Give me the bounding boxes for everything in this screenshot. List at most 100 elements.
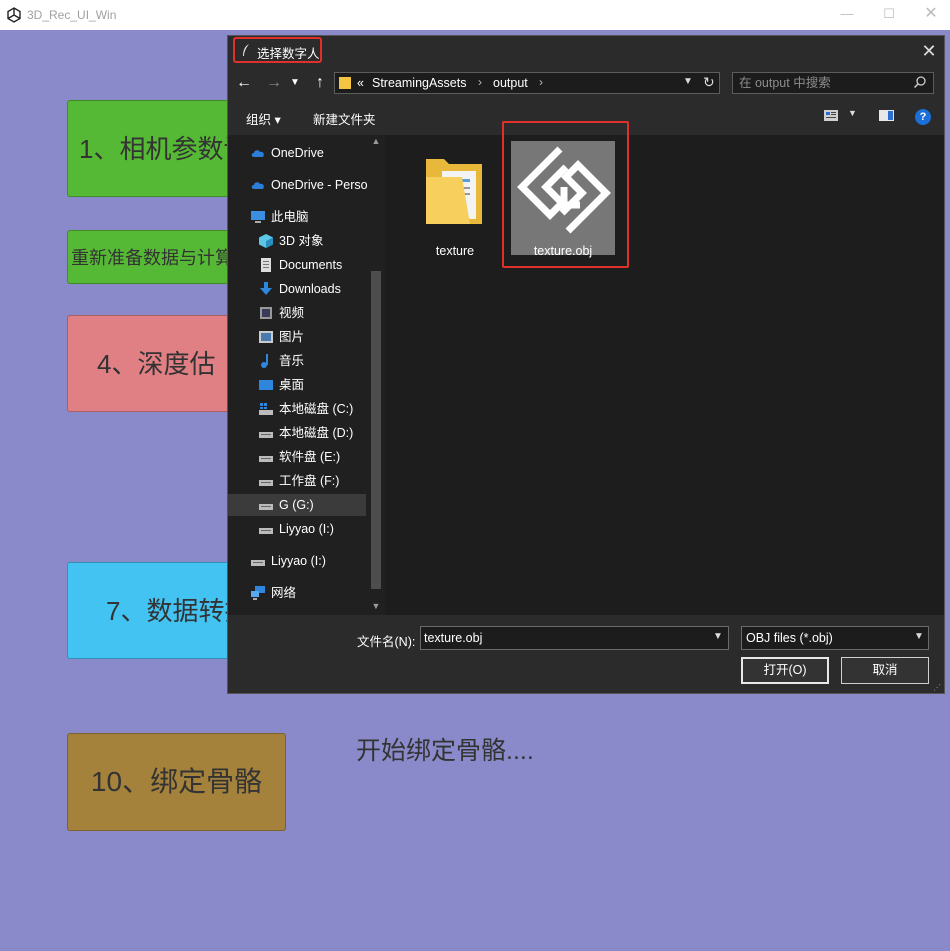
breadcrumb-streamingassets[interactable]: StreamingAssets <box>372 76 466 90</box>
filetype-select[interactable]: OBJ files (*.obj) ▼ <box>741 626 929 650</box>
preview-pane-icon[interactable] <box>879 110 894 121</box>
cube-icon <box>259 233 273 248</box>
document-icon <box>261 257 271 272</box>
filename-combobox[interactable]: ▼ <box>420 626 729 650</box>
nav-item-label: Documents <box>279 258 343 272</box>
nav-item-label: 音乐 <box>279 354 305 368</box>
nav-item-pictures[interactable]: 图片 <box>258 326 304 348</box>
dialog-title: 选择数字人 <box>257 47 320 61</box>
nav-item-drive-f[interactable]: 工作盘 (F:) <box>258 470 339 492</box>
network-icon <box>251 585 265 600</box>
resize-grip-icon[interactable]: ⋰ <box>933 683 943 693</box>
nav-item-documents[interactable]: Documents <box>258 254 342 276</box>
dialog-title-highlight: 选择数字人 <box>233 37 322 63</box>
nav-item-drive-c[interactable]: 本地磁盘 (C:) <box>258 398 353 420</box>
address-bar[interactable]: « StreamingAssets › output › ▼ ↻ <box>334 72 720 94</box>
nav-item-drive-i-root[interactable]: Liyyao (I:) <box>250 550 326 572</box>
scrollbar-thumb[interactable] <box>371 271 381 589</box>
drive-icon <box>259 431 273 438</box>
cancel-button[interactable]: 取消 <box>841 657 929 684</box>
search-input[interactable] <box>739 75 904 91</box>
nav-item-label: 桌面 <box>279 378 305 392</box>
nav-item-label: Liyyao (I:) <box>271 554 326 568</box>
nav-item-label: 软件盘 (E:) <box>279 450 341 464</box>
nav-item-videos[interactable]: 视频 <box>258 302 304 324</box>
music-note-icon <box>261 353 268 368</box>
video-icon <box>260 306 272 319</box>
nav-item-onedrive[interactable]: OneDrive <box>250 142 324 164</box>
back-arrow-icon[interactable]: ← <box>234 73 254 93</box>
dialog-bottom-bar: 文件名(N): ▼ OBJ files (*.obj) ▼ 打开(O) 取消 ⋰ <box>228 615 944 693</box>
refresh-icon[interactable]: ↻ <box>703 74 715 91</box>
nav-item-network[interactable]: 网络 <box>250 582 296 604</box>
scroll-down-icon[interactable]: ▼ <box>369 601 383 611</box>
nav-item-onedrive-personal[interactable]: OneDrive - Perso <box>250 174 368 196</box>
drive-icon <box>259 455 273 462</box>
app-title: 3D_Rec_UI_Win <box>27 8 117 22</box>
camera-params-button[interactable]: 1、相机参数调 <box>67 100 242 197</box>
depth-estimation-button[interactable]: 4、深度估 <box>67 315 242 412</box>
navigation-pane: OneDrive OneDrive - Perso 此电脑 3D 对象 Docu… <box>228 135 383 615</box>
file-item-texture-folder[interactable]: texture <box>405 141 505 258</box>
search-box[interactable] <box>732 72 934 94</box>
selected-file-highlight <box>502 121 629 268</box>
download-arrow-icon <box>260 281 272 295</box>
address-dropdown-icon[interactable]: ▼ <box>683 76 693 87</box>
breadcrumb-output[interactable]: output <box>493 76 528 90</box>
desktop-icon <box>259 379 273 390</box>
nav-item-label: Downloads <box>279 282 341 296</box>
dialog-navbar: ← → ▼ ↑ « StreamingAssets › output › ▼ ↻ <box>228 67 944 99</box>
drive-icon <box>251 559 265 566</box>
picture-icon <box>259 330 273 343</box>
search-icon[interactable] <box>913 75 927 89</box>
filename-dropdown-icon[interactable]: ▼ <box>713 631 723 642</box>
forward-arrow-icon[interactable]: → <box>264 73 284 93</box>
reprepare-data-button[interactable]: 重新准备数据与计算 <box>67 230 242 284</box>
nav-item-label: 本地磁盘 (D:) <box>279 426 354 440</box>
view-options-icon[interactable] <box>824 110 838 121</box>
drive-icon <box>259 503 273 510</box>
dialog-close-button[interactable]: ✕ <box>919 41 939 61</box>
chevron-down-icon[interactable]: ▼ <box>914 631 924 642</box>
nav-item-desktop[interactable]: 桌面 <box>258 374 304 396</box>
bind-skeleton-button[interactable]: 10、绑定骨骼 <box>67 733 286 831</box>
minimize-button[interactable]: — <box>838 5 856 23</box>
nav-item-drive-d[interactable]: 本地磁盘 (D:) <box>258 422 353 444</box>
nav-item-drive-g[interactable]: G (G:) <box>228 494 366 516</box>
file-list-area: texture texture.obj <box>385 121 944 615</box>
filename-label: 文件名(N): <box>357 635 416 649</box>
breadcrumb-overflow[interactable]: « <box>357 76 364 90</box>
view-dropdown-icon[interactable]: ▼ <box>848 108 857 118</box>
file-label: texture <box>435 244 475 258</box>
file-open-dialog: 选择数字人 ✕ ← → ▼ ↑ « StreamingAssets › outp… <box>227 35 945 694</box>
scroll-up-icon[interactable]: ▲ <box>369 136 383 146</box>
nav-item-music[interactable]: 音乐 <box>258 350 304 372</box>
recent-locations-chevron-icon[interactable]: ▼ <box>288 73 302 93</box>
filename-input[interactable] <box>424 630 704 646</box>
cloud-icon <box>251 181 264 189</box>
nav-pane-scrollbar[interactable]: ▲ ▼ <box>369 135 383 615</box>
help-icon[interactable]: ? <box>915 109 931 125</box>
organize-menu[interactable]: 组织 ▾ <box>246 109 281 128</box>
nav-item-3d-objects[interactable]: 3D 对象 <box>258 230 323 252</box>
new-folder-button[interactable]: 新建文件夹 <box>313 109 376 128</box>
folder-icon <box>339 77 351 89</box>
open-button[interactable]: 打开(O) <box>741 657 829 684</box>
status-text: 开始绑定骨骼.... <box>356 737 534 765</box>
nav-item-label: Liyyao (I:) <box>279 522 334 536</box>
data-convert-button[interactable]: 7、数据转换 <box>67 562 242 659</box>
nav-item-drive-i[interactable]: Liyyao (I:) <box>258 518 334 540</box>
dialog-titlebar: 选择数字人 ✕ <box>228 36 944 67</box>
breadcrumb-separator-icon[interactable]: › <box>539 75 543 89</box>
nav-item-downloads[interactable]: Downloads <box>258 278 341 300</box>
nav-item-drive-e[interactable]: 软件盘 (E:) <box>258 446 340 468</box>
nav-item-this-pc[interactable]: 此电脑 <box>250 206 309 228</box>
cloud-icon <box>251 149 264 157</box>
close-window-button[interactable]: ✕ <box>922 5 940 23</box>
breadcrumb-separator-icon[interactable]: › <box>478 75 482 89</box>
nav-item-label: 本地磁盘 (C:) <box>279 402 354 416</box>
up-arrow-icon[interactable]: ↑ <box>310 73 330 93</box>
app-titlebar: 3D_Rec_UI_Win — ☐ ✕ <box>0 0 950 30</box>
filetype-value: OBJ files (*.obj) <box>746 631 833 645</box>
maximize-button[interactable]: ☐ <box>880 5 898 23</box>
